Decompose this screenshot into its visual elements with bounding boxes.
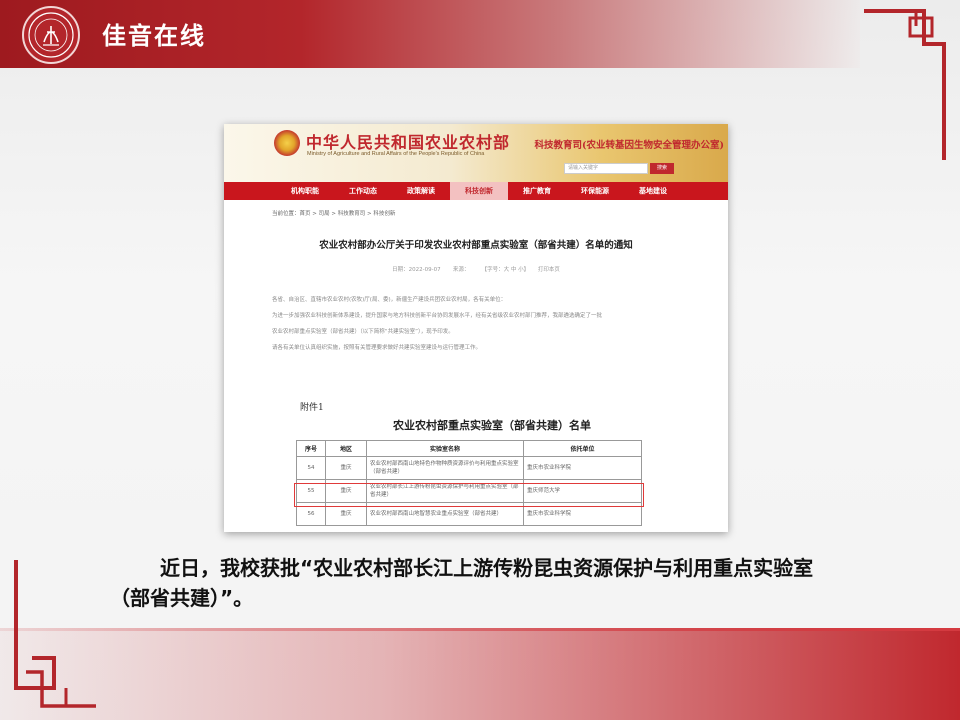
row-region: 重庆	[325, 456, 367, 480]
body-line: 请各有关单位认真组织实施，按照有关管理要求做好共建实验室建设与运行管理工作。	[272, 345, 482, 351]
nav-item-dongtai[interactable]: 工作动态	[334, 182, 392, 200]
caption-text: 近日，我校获批“农业农村部长江上游传粉昆虫资源保护与利用重点实验室（部省共建）”…	[110, 556, 814, 610]
list-title: 农业农村部重点实验室（部省共建）名单	[393, 419, 591, 432]
col-header-lab-name: 实验室名称	[366, 440, 524, 457]
nav-item-jiedu[interactable]: 政策解读	[392, 182, 450, 200]
school-logo-icon[interactable]	[22, 6, 80, 64]
notice-body: 各省、自治区、直辖市农业农村(农牧)厅(局、委)，新疆生产建设兵团农业农村局，各…	[272, 292, 682, 356]
ministry-header: 中华人民共和国农业农村部 Ministry of Agriculture and…	[224, 124, 728, 182]
nav-item-keji[interactable]: 科技创新	[450, 182, 508, 200]
body-line: 为进一步加强农业科技创新体系建设，提升国家与地方科技创新平台协同发展水平，经有关…	[272, 313, 603, 319]
main-nav: 机构职能 工作动态 政策解读 科技创新 推广教育 环保能源 基地建设	[224, 182, 728, 200]
corner-ornament-icon	[14, 560, 96, 708]
notice-title: 农业农村部办公厅关于印发农业农村部重点实验室（部省共建）名单的通知	[319, 240, 633, 251]
ministry-english-name: Ministry of Agriculture and Rural Affair…	[307, 151, 485, 157]
nav-item-huanbao[interactable]: 环保能源	[566, 182, 624, 200]
col-header-region: 地区	[325, 440, 367, 457]
row-host: 重庆市农业科学院	[523, 456, 642, 480]
notice-meta: 日期：2022-09-07 来源： 【字号：大 中 小】 打印本页	[224, 265, 728, 273]
footer-band	[0, 628, 960, 720]
national-emblem-icon	[274, 130, 300, 156]
row-index: 54	[296, 456, 326, 480]
search-input[interactable]: 请输入关键字	[564, 163, 648, 174]
highlight-box	[294, 483, 644, 507]
breadcrumb[interactable]: 当前位置：首页 > 司局 > 科技教育司 > 科技创新	[272, 209, 395, 217]
notice-source: 来源：	[452, 267, 470, 273]
department-name: 科技教育司(农业转基因生物安全管理办公室)	[534, 140, 725, 151]
ministry-notice-screenshot: 中华人民共和国农业农村部 Ministry of Agriculture and…	[224, 124, 728, 532]
body-line: 各省、自治区、直辖市农业农村(农牧)厅(局、委)，新疆生产建设兵团农业农村局，各…	[272, 297, 507, 303]
col-header-index: 序号	[296, 440, 326, 457]
body-line: 农业农村部重点实验室（部省共建）（以下简称“共建实验室”），现予印发。	[272, 329, 454, 335]
attachment-label: 附件1	[300, 403, 324, 413]
notice-date: 日期：2022-09-07	[392, 267, 441, 273]
row-lab-name: 农业农村部西南山地特色作物种质资源评价与利用重点实验室（部省共建）	[366, 456, 524, 480]
site-title: 佳音在线	[102, 22, 206, 50]
table-row: 54 重庆 农业农村部西南山地特色作物种质资源评价与利用重点实验室（部省共建） …	[296, 456, 642, 480]
table-header-row: 序号 地区 实验室名称 依托单位	[296, 440, 642, 457]
nav-item-jigou[interactable]: 机构职能	[276, 182, 334, 200]
nav-item-tuiguang[interactable]: 推广教育	[508, 182, 566, 200]
col-header-host: 依托单位	[523, 440, 642, 457]
ministry-name: 中华人民共和国农业农村部	[306, 133, 511, 152]
corner-ornament-icon	[864, 9, 946, 160]
font-size-control[interactable]: 【字号：大 中 小】	[482, 267, 530, 273]
nav-item-jidi[interactable]: 基地建设	[624, 182, 682, 200]
search-button[interactable]: 搜索	[650, 163, 674, 174]
print-link[interactable]: 打印本页	[538, 267, 560, 273]
